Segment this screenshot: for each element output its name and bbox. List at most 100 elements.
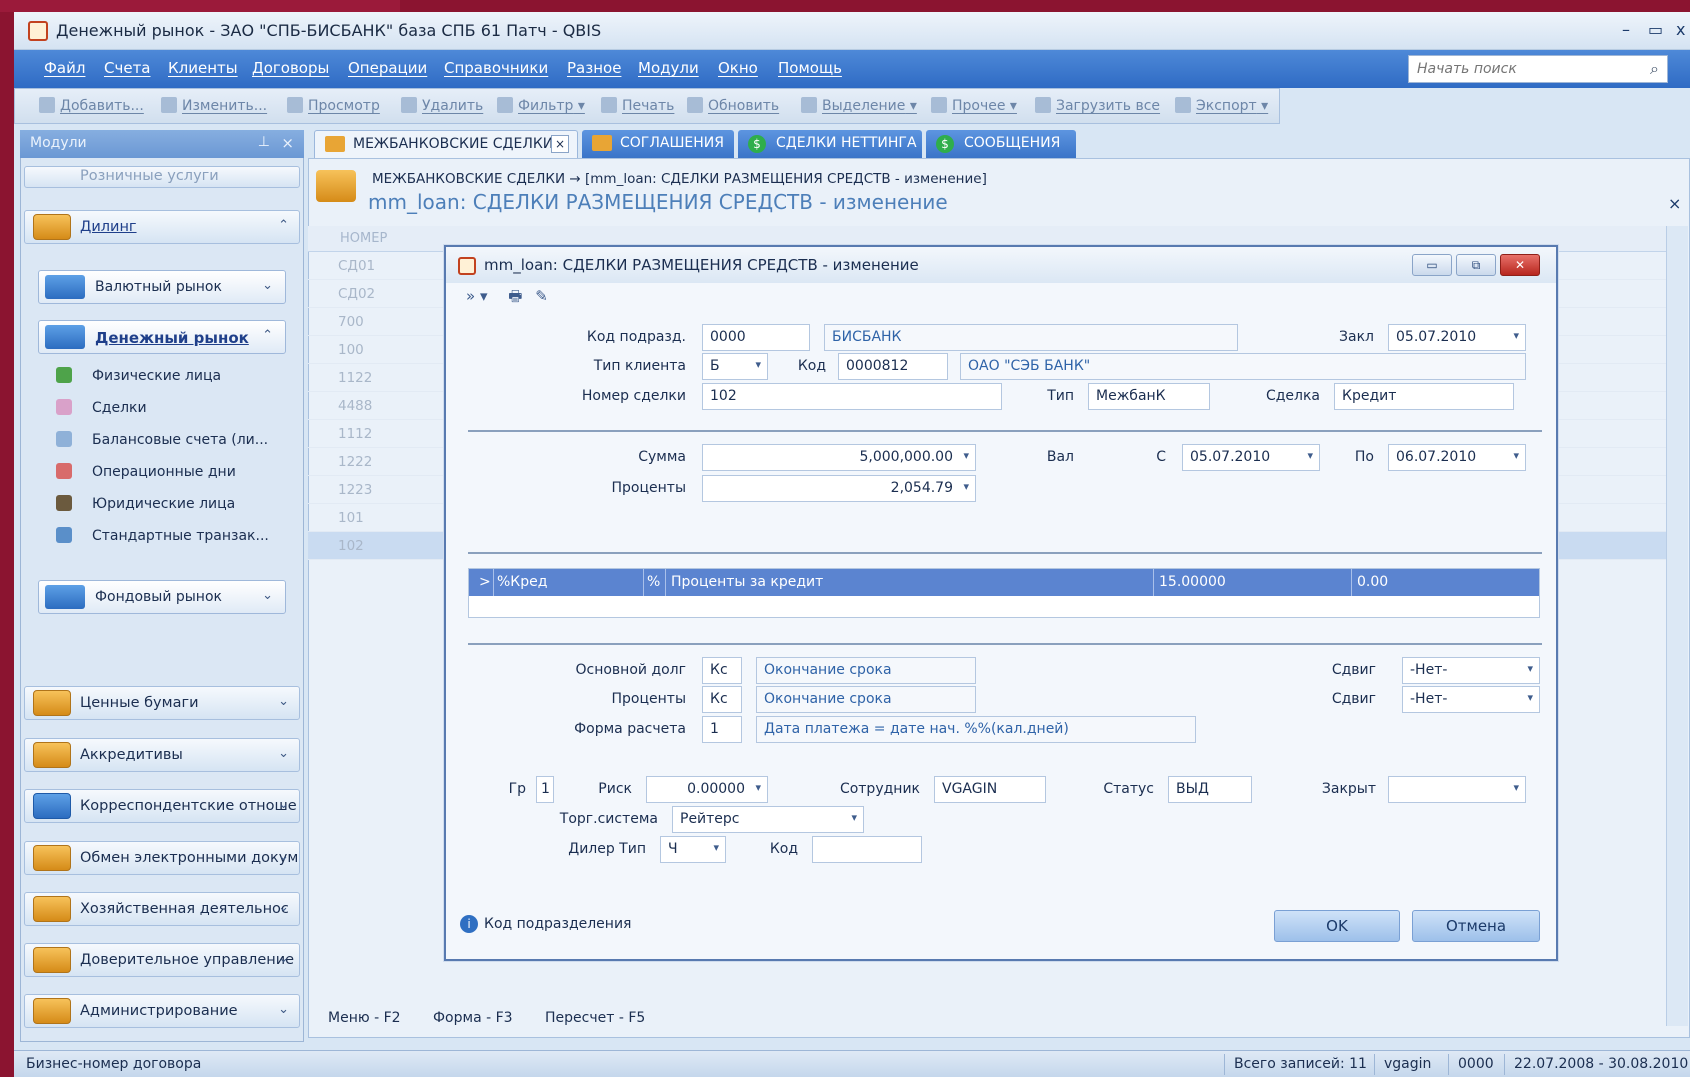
row-number: 102 xyxy=(338,538,364,554)
tab-interbank-deals[interactable]: МЕЖБАНКОВСКИЕ СДЕЛКИ × xyxy=(314,130,578,158)
delete-button[interactable]: Удалить xyxy=(401,97,483,114)
rate-percent-sign: % xyxy=(647,574,661,590)
menu-item-deals[interactable]: Сделки xyxy=(56,399,147,416)
row-expand-icon[interactable]: > xyxy=(479,574,491,590)
deal-number-input[interactable]: 102 xyxy=(702,383,1002,410)
group-letters-of-credit[interactable]: Аккредитивы ⌄ xyxy=(24,738,300,772)
to-date-input[interactable]: 06.07.2010 ▾ xyxy=(1388,444,1526,471)
dept-code-input[interactable]: 0000 xyxy=(702,324,810,351)
sub-stock-market[interactable]: Фондовый рынок ⌄ xyxy=(38,580,286,614)
close-panel-icon[interactable]: × xyxy=(281,134,294,152)
trade-system-select[interactable]: Рейтерс ▾ xyxy=(672,806,864,833)
shift2-select[interactable]: -Нет- ▾ xyxy=(1402,686,1540,713)
menu-window[interactable]: Окно xyxy=(718,59,758,77)
accounts-icon xyxy=(56,431,72,447)
menu-clients[interactable]: Клиенты xyxy=(168,59,238,77)
load-all-button[interactable]: Загрузить все xyxy=(1035,97,1160,114)
group-administration[interactable]: Администрирование ⌄ xyxy=(24,994,300,1028)
dollar-icon: $ xyxy=(748,135,766,153)
menu-item-individuals[interactable]: Физические лица xyxy=(56,367,221,384)
selection-button[interactable]: Выделение ▾ xyxy=(801,97,917,114)
shift1-select[interactable]: -Нет- ▾ xyxy=(1402,657,1540,684)
pin-icon[interactable]: ⊥ xyxy=(258,134,270,150)
group-retail[interactable]: Розничные услуги xyxy=(24,166,300,188)
closed-date-input[interactable]: ▾ xyxy=(1388,776,1526,803)
group-edi[interactable]: Обмен электронными докум ⌄ xyxy=(24,841,300,875)
search-input[interactable] xyxy=(1417,61,1637,77)
deal-number-label: Номер сделки xyxy=(581,388,686,404)
menu-operations[interactable]: Операции xyxy=(348,59,427,77)
ok-button[interactable]: OK xyxy=(1274,910,1400,942)
minimize-icon[interactable]: ▭ xyxy=(1412,254,1452,276)
group-trust-management-label: Доверительное управление xyxy=(80,952,295,968)
menu-file[interactable]: Файл xyxy=(44,59,85,77)
menu-item-balance-accounts[interactable]: Балансовые счета (ли... xyxy=(56,431,268,448)
group-trust-management[interactable]: Доверительное управление ⌄ xyxy=(24,943,300,977)
restore-icon[interactable]: ⧉ xyxy=(1456,254,1496,276)
shift1-value: -Нет- xyxy=(1410,662,1448,678)
minimize-icon[interactable]: – xyxy=(1622,20,1630,39)
close-dialog-icon[interactable]: ✕ xyxy=(1500,254,1540,276)
risk-input[interactable]: 0.00000 ▾ xyxy=(646,776,768,803)
settlement-code-input[interactable]: 1 xyxy=(702,716,742,743)
type-input[interactable]: МежбанК xyxy=(1088,383,1210,410)
edit-button[interactable]: Изменить... xyxy=(161,97,267,114)
close-form-icon[interactable]: × xyxy=(1668,194,1681,213)
print-button[interactable]: Печать xyxy=(601,97,674,114)
menu-modules[interactable]: Модули xyxy=(638,59,699,77)
tab-netting-deals[interactable]: $ СДЕЛКИ НЕТТИНГА xyxy=(738,130,922,158)
refresh-button[interactable]: Обновить xyxy=(687,97,779,114)
from-date-input[interactable]: 05.07.2010 ▾ xyxy=(1182,444,1320,471)
edit-note-icon[interactable]: ✎ xyxy=(535,287,548,305)
rate-row[interactable]: > %Кред % Проценты за кредит 15.00000 0.… xyxy=(469,569,1539,596)
menu-references[interactable]: Справочники xyxy=(444,59,548,77)
person-icon xyxy=(56,367,72,383)
employee-input[interactable]: VGAGIN xyxy=(934,776,1046,803)
print-icon[interactable]: 🖶 xyxy=(508,287,522,305)
gr-input[interactable]: 1 xyxy=(536,776,554,803)
group-correspondent[interactable]: Корреспондентские отноше ⌄ xyxy=(24,789,300,823)
add-button[interactable]: Добавить... xyxy=(39,97,144,114)
shift2-value: -Нет- xyxy=(1410,691,1448,707)
menu-item-operating-days[interactable]: Операционные дни xyxy=(56,463,236,480)
rate-code: %Кред xyxy=(497,574,548,590)
expand-icon[interactable]: » ▾ xyxy=(466,287,487,305)
export-button[interactable]: Экспорт ▾ xyxy=(1175,97,1268,114)
group-dealing[interactable]: Дилинг ⌃ xyxy=(24,210,300,244)
menu-item-legal-entities[interactable]: Юридические лица xyxy=(56,495,235,512)
client-type-select[interactable]: Б ▾ xyxy=(702,353,768,380)
sub-fx-market[interactable]: Валютный рынок ⌄ xyxy=(38,270,286,304)
client-code-input[interactable]: 0000812 xyxy=(838,353,948,380)
tab-messages[interactable]: $ СООБЩЕНИЯ xyxy=(926,130,1076,158)
menu-misc[interactable]: Разное xyxy=(567,59,621,77)
dealer-code-input[interactable] xyxy=(812,836,922,863)
menu-item-standard-transactions[interactable]: Стандартные транзак... xyxy=(56,527,269,544)
menu-contracts[interactable]: Договоры xyxy=(252,59,329,77)
column-divider xyxy=(665,569,666,596)
vertical-scrollbar[interactable] xyxy=(1666,226,1688,1026)
dealer-type-select[interactable]: Ч ▾ xyxy=(660,836,726,863)
group-securities[interactable]: Ценные бумаги ⌄ xyxy=(24,686,300,720)
interest-code-input[interactable]: Кс xyxy=(702,686,742,713)
chevron-up-icon: ⌃ xyxy=(262,328,273,343)
concluded-date-input[interactable]: 05.07.2010 ▾ xyxy=(1388,324,1526,351)
fkey-form: Форма - F3 xyxy=(433,1010,513,1026)
sum-input[interactable]: 5,000,000.00 ▾ xyxy=(702,444,976,471)
sub-money-market[interactable]: Денежный рынок ⌃ xyxy=(38,320,286,354)
tab-agreements[interactable]: СОГЛАШЕНИЯ xyxy=(582,130,734,158)
close-tab-icon[interactable]: × xyxy=(551,135,569,153)
close-icon[interactable]: x xyxy=(1676,20,1685,39)
deal-input[interactable]: Кредит xyxy=(1334,383,1514,410)
search-icon[interactable]: ⌕ xyxy=(1650,59,1659,79)
menu-accounts[interactable]: Счета xyxy=(104,59,151,77)
maximize-icon[interactable]: ▭ xyxy=(1648,20,1663,39)
cancel-button[interactable]: Отмена xyxy=(1412,910,1540,942)
menu-help[interactable]: Помощь xyxy=(778,59,842,77)
interest-input[interactable]: 2,054.79 ▾ xyxy=(702,475,976,502)
group-business-activity[interactable]: Хозяйственная деятельнос ⌄ xyxy=(24,892,300,926)
filter-button[interactable]: Фильтр ▾ xyxy=(497,97,585,114)
status-input[interactable]: ВЫД xyxy=(1168,776,1252,803)
other-button[interactable]: Прочее ▾ xyxy=(931,97,1017,114)
principal-code-input[interactable]: Кс xyxy=(702,657,742,684)
view-button[interactable]: Просмотр xyxy=(287,97,380,114)
